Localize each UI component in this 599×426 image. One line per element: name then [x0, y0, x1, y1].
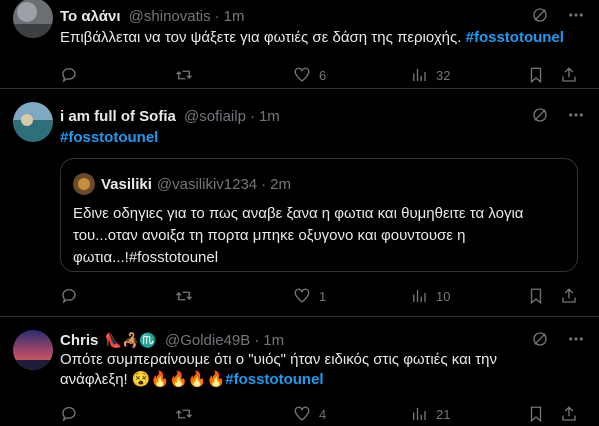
tweet-header: Chris 👠🦂♏ @Goldie49B · 1m	[60, 332, 284, 349]
user-handle[interactable]: @Goldie49B	[165, 332, 250, 349]
avatar[interactable]	[13, 102, 53, 142]
retweet-button[interactable]	[175, 65, 201, 85]
hashtag-link[interactable]: #fosstotounel	[60, 129, 158, 146]
tweet-text: #fosstotounel	[60, 128, 580, 148]
user-handle[interactable]: @shinovatis	[129, 8, 211, 25]
tweet-actions: 1 10	[60, 286, 580, 306]
reply-icon	[62, 288, 76, 304]
timestamp[interactable]: 1m	[259, 108, 280, 125]
retweet-button[interactable]	[175, 286, 201, 306]
like-count: 4	[319, 406, 327, 422]
view-count: 32	[436, 67, 451, 83]
share-icon	[562, 67, 576, 82]
tweet[interactable]: Chris 👠🦂♏ @Goldie49B · 1m Οπότε συμπεραίνο…	[0, 316, 599, 426]
tweet-text-line: ανάφλεξη! 😵🔥🔥🔥🔥#fosstotounel	[60, 371, 324, 388]
reply-button[interactable]	[60, 404, 86, 424]
like-count: 6	[319, 67, 327, 83]
views-icon	[413, 69, 426, 81]
separator-dot: ·	[214, 8, 220, 25]
display-name[interactable]: Chris	[60, 332, 98, 349]
bookmark-icon	[530, 288, 542, 305]
tweet-text-content: Επιβάλλεται να τον ψάξετε για φωτιές σε …	[60, 29, 462, 46]
tweet-actions: 6 32	[60, 65, 580, 85]
name-emojis: 👠🦂♏	[104, 332, 157, 348]
view-count: 21	[436, 406, 451, 422]
views-icon	[413, 408, 426, 420]
reply-button[interactable]	[60, 286, 86, 306]
share-icon	[562, 406, 576, 421]
tweet-actions: 4 21	[60, 404, 580, 424]
views-button[interactable]: 10	[410, 286, 450, 306]
views-icon	[413, 290, 426, 302]
quoted-timestamp: 2m	[270, 175, 291, 193]
tweet-header: Το αλάνι @shinovatis · 1m	[60, 8, 244, 25]
reply-button[interactable]	[60, 65, 86, 85]
quoted-tweet[interactable]: Vasiliki @vasilikiv1234 · 2m Εδινε οδηγιες…	[60, 158, 578, 272]
bookmark-icon	[530, 67, 542, 84]
share-icon	[562, 288, 576, 303]
bookmark-button[interactable]	[527, 65, 545, 85]
retweet-icon	[176, 409, 192, 419]
hashtag-link[interactable]: #fosstotounel	[466, 29, 564, 46]
bookmark-button[interactable]	[527, 286, 545, 306]
separator-dot: ·	[254, 332, 260, 349]
quoted-user-handle: @vasilikiv1234	[156, 175, 258, 193]
more-options-icon[interactable]	[567, 106, 585, 129]
tweet[interactable]: Το αλάνι @shinovatis · 1m Επιβάλλεται να τ…	[0, 0, 599, 89]
views-button[interactable]: 32	[410, 65, 450, 85]
reply-icon	[62, 406, 76, 422]
avatar[interactable]	[13, 330, 53, 370]
display-name[interactable]: Το αλάνι	[60, 8, 121, 25]
tweet-top-actions	[531, 6, 585, 29]
like-button[interactable]: 6	[293, 65, 326, 85]
heart-icon	[294, 288, 310, 303]
quoted-tweet-header: Vasiliki @vasilikiv1234 · 2m	[73, 173, 291, 195]
quoted-text-line: του...οταν ανοιξα τη πορτα μπηκε οξυγονο…	[73, 227, 466, 244]
more-options-icon[interactable]	[567, 6, 585, 29]
tweet-text-line: Οπότε συμπεραίνουμε ότι ο "υιός" ήταν ει…	[60, 351, 498, 368]
display-name[interactable]: i am full of Sofia	[60, 108, 176, 125]
view-count: 10	[436, 288, 451, 304]
tweet-top-actions	[531, 106, 585, 129]
retweet-button[interactable]	[175, 404, 201, 424]
share-button[interactable]	[560, 65, 578, 85]
separator-dot: ·	[249, 108, 255, 125]
timestamp[interactable]: 1m	[263, 332, 284, 349]
tweet-header: i am full of Sofia @sofiailp · 1m	[60, 108, 280, 125]
avatar[interactable]	[13, 0, 53, 38]
quoted-tweet-text: Εδινε οδηγιες για το πως αναβε ξανα η φω…	[73, 203, 563, 269]
quoted-text-line: φωτια...!#fosstotounel	[73, 249, 219, 266]
quoted-display-name: Vasiliki	[101, 175, 152, 193]
share-button[interactable]	[560, 286, 578, 306]
grok-icon[interactable]	[531, 6, 549, 29]
user-handle[interactable]: @sofiailp	[184, 108, 246, 125]
views-button[interactable]: 21	[410, 404, 450, 424]
heart-icon	[294, 406, 310, 421]
share-button[interactable]	[560, 404, 578, 424]
timestamp[interactable]: 1m	[224, 8, 245, 25]
like-button[interactable]: 1	[293, 286, 326, 306]
like-button[interactable]: 4	[293, 404, 326, 424]
tweet-text: Οπότε συμπεραίνουμε ότι ο "υιός" ήταν ει…	[60, 350, 580, 390]
retweet-icon	[176, 70, 192, 80]
quoted-avatar	[73, 173, 95, 195]
like-count: 1	[319, 288, 327, 304]
separator-dot: ·	[261, 175, 267, 193]
grok-icon[interactable]	[531, 106, 549, 129]
retweet-icon	[176, 291, 192, 301]
tweet[interactable]: i am full of Sofia @sofiailp · 1m #fosstot…	[0, 88, 599, 317]
bookmark-button[interactable]	[527, 404, 545, 424]
reply-icon	[62, 67, 76, 83]
quoted-text-line: Εδινε οδηγιες για το πως αναβε ξανα η φω…	[73, 205, 524, 222]
heart-icon	[294, 67, 310, 82]
tweet-text: Επιβάλλεται να τον ψάξετε για φωτιές σε …	[60, 28, 580, 48]
bookmark-icon	[530, 406, 542, 423]
hashtag-link[interactable]: #fosstotounel	[225, 371, 323, 388]
